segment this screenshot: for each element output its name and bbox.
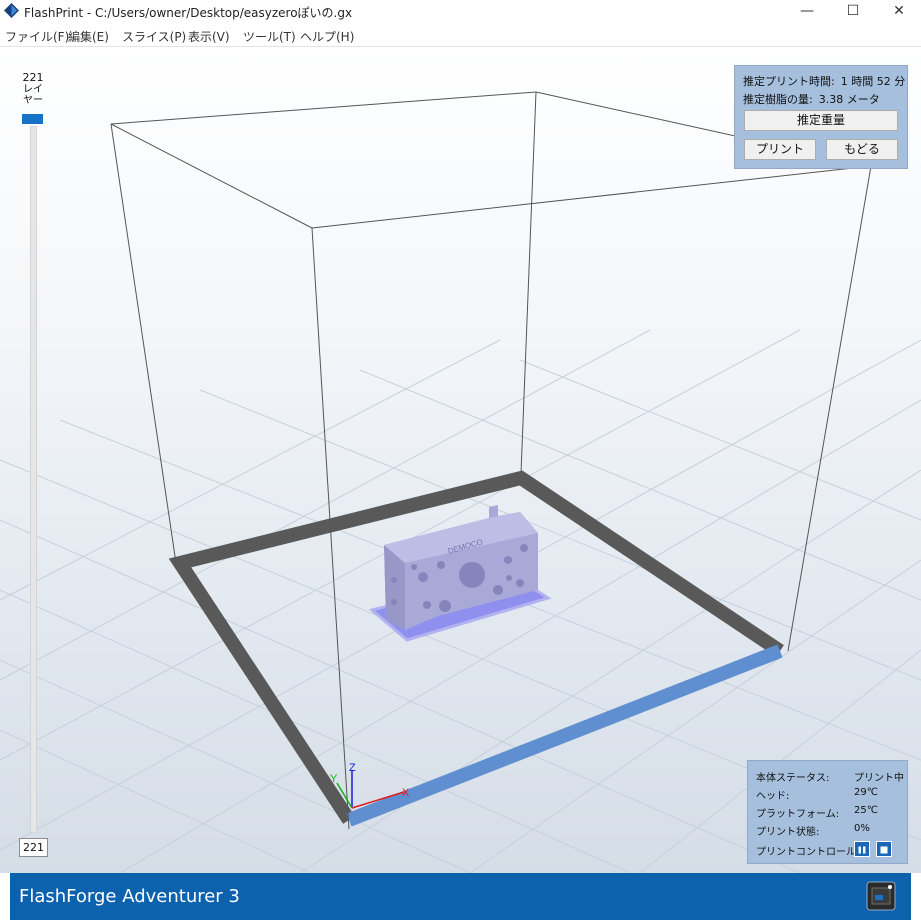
machine-bar: FlashForge Adventurer 3 (10, 873, 911, 920)
pause-button[interactable] (854, 841, 870, 857)
printer-icon[interactable] (866, 881, 896, 911)
status-machine-label: 本体ステータス: (756, 773, 830, 784)
back-button[interactable]: もどる (826, 139, 898, 160)
stop-icon (880, 846, 888, 854)
machine-name: FlashForge Adventurer 3 (19, 886, 240, 907)
status-progress-value: 0% (854, 823, 870, 834)
menu-slice[interactable]: スライス(P) (122, 28, 186, 45)
layer-label: レイヤー (22, 84, 44, 106)
build-volume-frame (110, 91, 872, 830)
printer-status-panel: 本体ステータス: プリント中 ヘッド: 29℃ プラットフォーム: 25℃ プリ… (747, 760, 908, 864)
minimize-button[interactable]: — (784, 0, 830, 24)
estimate-time-row: 推定プリント時間: 1 時間 52 分 (743, 73, 905, 89)
stop-button[interactable] (876, 841, 892, 857)
estimate-resin-label: 推定樹脂の量: (743, 93, 813, 106)
status-head-label: ヘッド: (756, 791, 790, 802)
estimate-time-label: 推定プリント時間: (743, 75, 835, 88)
layer-label-text: レイヤー (23, 84, 43, 106)
menu-help[interactable]: ヘルプ(H) (300, 28, 354, 45)
axis-x-label: X (402, 787, 410, 799)
status-platform-value: 25℃ (854, 805, 878, 816)
layer-slider-track[interactable] (30, 126, 37, 833)
print-control-label: プリントコントロール: (756, 847, 860, 858)
estimate-panel: 推定プリント時間: 1 時間 52 分 推定樹脂の量: 3.38 メータ 推定重量 … (734, 65, 908, 169)
status-head-value: 29℃ (854, 787, 878, 798)
menu-view[interactable]: 表示(V) (188, 28, 230, 45)
layer-slider-handle[interactable] (22, 114, 43, 124)
build-volume-scene: DEMOCO Z X Y (0, 91, 921, 873)
axis-z-label: Z (349, 762, 356, 774)
estimate-weight-button[interactable]: 推定重量 (744, 110, 898, 131)
axis-y-label: Y (330, 773, 338, 785)
menu-edit[interactable]: 編集(E) (68, 28, 109, 45)
flashprint-logo-icon (4, 3, 19, 18)
maximize-icon: ☐ (846, 3, 860, 19)
menu-tools[interactable]: ツール(T) (243, 28, 296, 45)
estimate-resin-row: 推定樹脂の量: 3.38 メータ (743, 91, 880, 107)
status-machine-value: プリント中 (854, 773, 904, 784)
print-button[interactable]: プリント (744, 139, 816, 160)
3d-viewport[interactable]: DEMOCO Z X Y (0, 47, 921, 873)
menu-bar: ファイル(F) 編集(E) スライス(P) 表示(V) ツール(T) ヘルプ(H… (0, 26, 921, 47)
title-bar: FlashPrint - C:/Users/owner/Desktop/easy… (0, 0, 921, 24)
close-icon: ✕ (893, 3, 905, 19)
estimate-resin-value: 3.38 メータ (818, 93, 880, 106)
pause-icon (858, 846, 866, 854)
maximize-button[interactable]: ☐ (830, 0, 876, 24)
layer-number-input[interactable]: 221 (19, 838, 48, 857)
layer-max-value: 221 (22, 71, 44, 84)
close-button[interactable]: ✕ (876, 0, 921, 24)
status-progress-label: プリント状態: (756, 827, 820, 838)
window-title: FlashPrint - C:/Users/owner/Desktop/easy… (24, 6, 353, 20)
menu-file[interactable]: ファイル(F) (5, 28, 69, 45)
estimate-time-value: 1 時間 52 分 (840, 75, 906, 88)
status-platform-label: プラットフォーム: (756, 809, 840, 820)
printed-model: DEMOCO (368, 505, 552, 642)
minimize-icon: — (800, 3, 814, 19)
